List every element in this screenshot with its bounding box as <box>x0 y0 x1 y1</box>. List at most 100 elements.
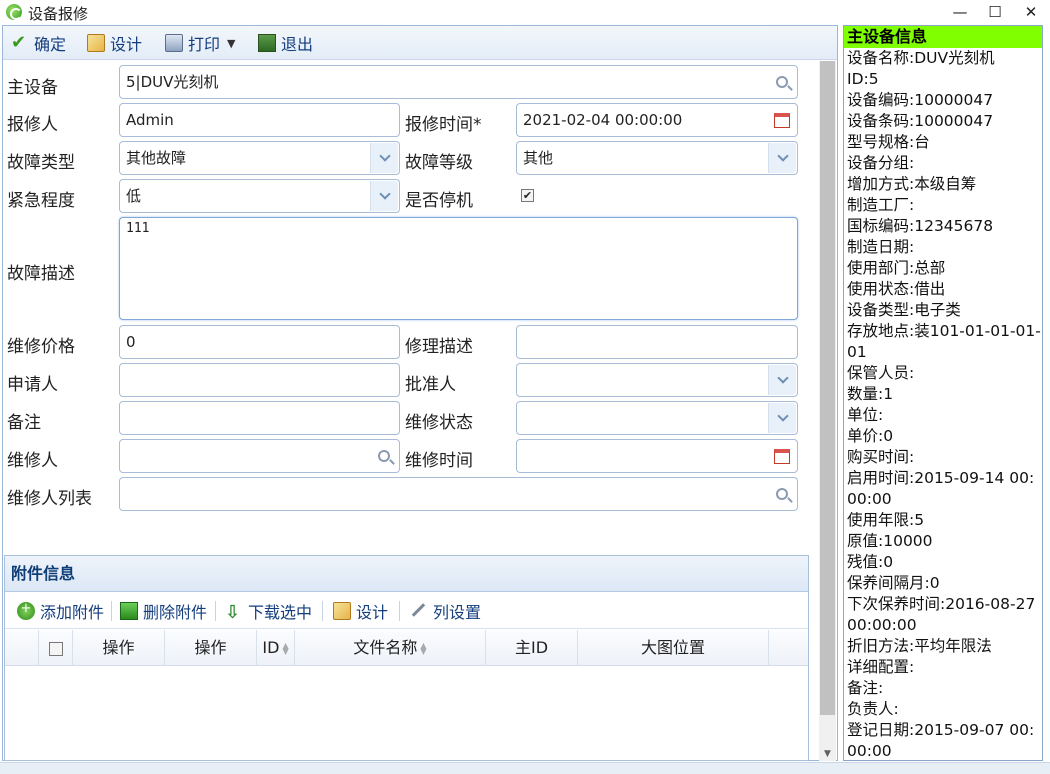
device-info-line: 启用时间:2015-09-14 00:00:00 <box>847 469 1035 508</box>
stopped-label: 是否停机 <box>405 191 473 211</box>
repair-desc-input[interactable] <box>516 325 798 359</box>
attachment-title: 附件信息 <box>5 556 808 592</box>
search-icon[interactable] <box>370 441 398 471</box>
design-label: 设计 <box>110 35 143 54</box>
repair-status-select[interactable] <box>516 401 798 435</box>
report-time-value: 2021-02-04 00:00:00 <box>523 111 683 129</box>
app-logo-icon <box>6 4 22 20</box>
check-icon: ✔ <box>11 32 27 53</box>
report-time-field[interactable]: 2021-02-04 00:00:00 <box>516 103 798 137</box>
scroll-down-icon[interactable]: ▼ <box>819 749 836 759</box>
form-scrollbar[interactable]: ▼ <box>819 61 836 761</box>
column-header[interactable]: 操作 <box>165 630 257 666</box>
printer-icon <box>165 34 183 52</box>
confirm-label: 确定 <box>34 35 67 54</box>
device-info-line: 设备名称:DUV光刻机 <box>847 49 995 67</box>
reporter-input[interactable]: Admin <box>119 103 400 137</box>
maximize-button[interactable]: ☐ <box>977 0 1013 25</box>
fault-level-select[interactable]: 其他 <box>516 141 798 175</box>
reporter-value: Admin <box>126 111 174 129</box>
close-button[interactable]: ✕ <box>1013 0 1049 25</box>
device-info-line: 使用状态:借出 <box>847 280 946 298</box>
plus-circle-icon: + <box>17 602 35 620</box>
device-info-line: 保管人员: <box>847 364 915 382</box>
main-device-value: 5|DUV光刻机 <box>126 73 219 91</box>
column-header-id[interactable]: ID ▲ ▼ <box>257 630 295 666</box>
fault-desc-label: 故障描述 <box>7 264 75 284</box>
urgency-select[interactable]: 低 <box>119 179 400 213</box>
device-info-line: 设备类型:电子类 <box>847 301 961 319</box>
window-title: 设备报修 <box>28 5 89 23</box>
toolbar-divider <box>111 601 112 621</box>
column-header[interactable]: 主ID <box>486 630 578 666</box>
device-info-line: 备注: <box>847 679 884 697</box>
title-bar: 设备报修 — ☐ ✕ <box>0 0 1050 25</box>
download-selected-button[interactable]: ⇩ 下载选中 <box>225 600 312 623</box>
confirm-button[interactable]: ✔ 确定 <box>11 32 67 55</box>
minimize-button[interactable]: — <box>942 0 978 25</box>
column-header-filename[interactable]: 文件名称 ▲ ▼ <box>295 630 486 666</box>
remove-attachment-button[interactable]: 删除附件 <box>120 600 207 622</box>
chevron-down-icon[interactable] <box>370 143 398 173</box>
column-header[interactable]: 大图位置 <box>578 630 769 666</box>
device-info-line: 存放地点:装101-01-01-01-01 <box>847 322 1041 361</box>
device-info-line: 详细配置: <box>847 658 915 676</box>
fault-type-value: 其他故障 <box>126 149 187 167</box>
calendar-icon[interactable] <box>768 105 796 135</box>
download-arrow-icon: ⇩ <box>225 602 241 623</box>
search-icon[interactable] <box>768 479 796 509</box>
device-info-line: 残值:0 <box>847 553 894 571</box>
fault-type-select[interactable]: 其他故障 <box>119 141 400 175</box>
chevron-down-icon[interactable] <box>370 181 398 211</box>
device-info-line: 原值:10000 <box>847 532 933 550</box>
applicant-input[interactable] <box>119 363 400 397</box>
design-button[interactable]: 设计 <box>87 32 142 54</box>
scrollbar-thumb[interactable] <box>820 61 835 715</box>
exit-button[interactable]: 退出 <box>258 32 313 54</box>
urgency-label: 紧急程度 <box>7 191 75 211</box>
column-settings-button[interactable]: 列设置 <box>410 600 481 622</box>
attachment-design-button[interactable]: 设计 <box>333 600 388 622</box>
repair-time-field[interactable] <box>516 439 798 473</box>
chevron-down-icon[interactable] <box>768 143 796 173</box>
device-info-line: 设备分组: <box>847 154 915 172</box>
repairer-field[interactable] <box>119 439 400 473</box>
search-icon[interactable] <box>768 67 796 97</box>
attachment-toolbar: + 添加附件 删除附件 ⇩ 下载选中 设计 列设置 <box>5 593 808 629</box>
fault-level-label: 故障等级 <box>405 153 473 173</box>
repairer-list-field[interactable] <box>119 477 798 511</box>
sort-icon: ▲ ▼ <box>282 640 289 656</box>
column-header[interactable]: 操作 <box>73 630 165 666</box>
attachment-design-label: 设计 <box>356 603 389 622</box>
remark-input[interactable] <box>119 401 400 435</box>
exit-icon <box>258 34 276 52</box>
select-all-checkbox[interactable] <box>48 641 63 656</box>
repair-price-value: 0 <box>126 333 136 351</box>
device-info-line: 登记日期:2015-09-07 00:00:00 <box>847 721 1035 760</box>
repair-desc-label: 修理描述 <box>405 337 473 357</box>
exit-label: 退出 <box>281 35 314 54</box>
toolbar-divider <box>322 601 323 621</box>
device-info-line: 使用年限:5 <box>847 511 925 529</box>
device-info-list: 设备名称:DUV光刻机 ID:5 设备编码:10000047 设备条码:1000004… <box>844 48 1042 762</box>
device-info-line: 制造日期: <box>847 238 915 256</box>
caret-down-icon[interactable]: ▼ <box>227 37 235 50</box>
applicant-label: 申请人 <box>7 375 58 395</box>
chevron-down-icon[interactable] <box>768 365 796 395</box>
calendar-icon[interactable] <box>768 441 796 471</box>
fault-desc-textarea[interactable]: 111 <box>119 217 798 320</box>
stopped-checkbox[interactable]: ✔ <box>521 189 534 202</box>
toolbar-divider <box>215 601 216 621</box>
approver-select[interactable] <box>516 363 798 397</box>
chevron-down-icon[interactable] <box>768 403 796 433</box>
device-info-line: 购买时间: <box>847 448 915 466</box>
device-info-line: ID:5 <box>847 70 879 88</box>
device-info-line: 国标编码:12345678 <box>847 217 994 235</box>
main-device-field[interactable]: 5|DUV光刻机 <box>119 65 798 99</box>
repair-time-label: 维修时间 <box>405 451 473 471</box>
print-button[interactable]: 打印 ▼ <box>165 32 235 54</box>
repair-price-input[interactable]: 0 <box>119 325 400 359</box>
repair-price-label: 维修价格 <box>7 337 75 357</box>
device-info-line: 单价:0 <box>847 427 894 445</box>
add-attachment-button[interactable]: + 添加附件 <box>17 600 104 622</box>
